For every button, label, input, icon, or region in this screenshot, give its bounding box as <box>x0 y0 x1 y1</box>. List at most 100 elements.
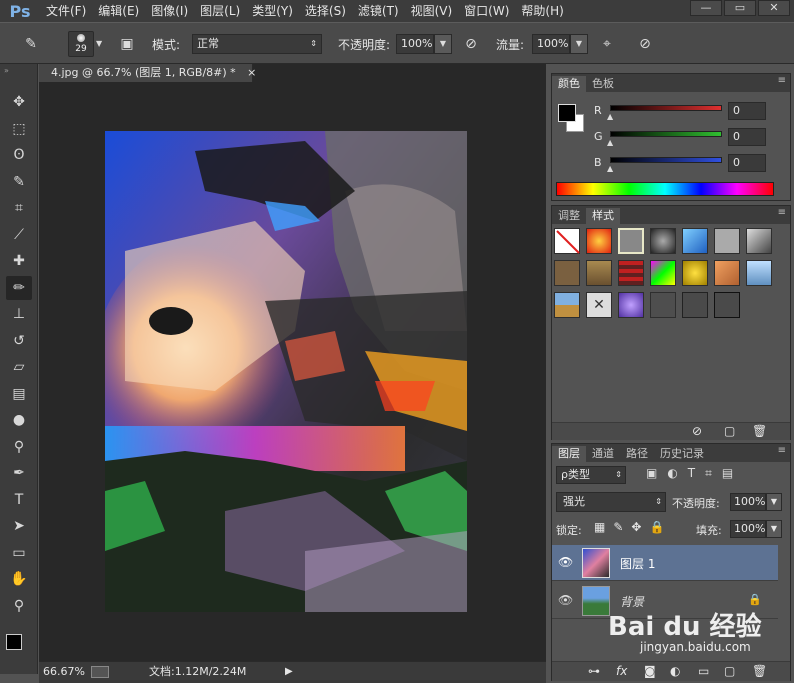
document-canvas[interactable] <box>105 131 467 612</box>
menu-item[interactable]: 窗口(W) <box>458 0 515 22</box>
slider-thumb-icon[interactable]: ▲ <box>607 164 613 173</box>
panel-menu-icon[interactable]: ≡ <box>778 75 786 86</box>
adjustment-layer-icon[interactable]: ◐ <box>670 664 680 678</box>
tab-adjustments[interactable]: 调整 <box>552 208 586 224</box>
chevron-down-icon[interactable]: ▼ <box>766 493 782 511</box>
collapse-icon[interactable]: » <box>4 66 9 75</box>
layer-opacity-field[interactable]: 100% <box>730 493 766 511</box>
layer-name[interactable]: 图层 1 <box>620 555 655 572</box>
menu-item[interactable]: 图像(I) <box>145 0 194 22</box>
pressure-size-icon[interactable]: ⊘ <box>634 33 656 55</box>
hand-tool-icon[interactable]: ✋ <box>6 567 32 591</box>
style-none[interactable] <box>554 228 580 254</box>
style-swatch[interactable] <box>746 228 772 254</box>
style-swatch[interactable] <box>554 260 580 286</box>
menu-item[interactable]: 编辑(E) <box>92 0 145 22</box>
tab-color[interactable]: 颜色 <box>552 76 586 92</box>
layer-filter-icons[interactable]: ▣◐T⌗▤ <box>646 466 786 484</box>
style-swatch[interactable] <box>714 228 740 254</box>
style-swatch[interactable] <box>650 228 676 254</box>
crop-tool-icon[interactable]: ⌗ <box>6 196 32 220</box>
menu-item[interactable]: 类型(Y) <box>246 0 299 22</box>
style-swatch[interactable] <box>682 228 708 254</box>
layer-row[interactable]: 👁 图层 1 <box>552 545 778 581</box>
style-swatch[interactable] <box>714 292 740 318</box>
style-swatch[interactable] <box>554 292 580 318</box>
add-mask-icon[interactable]: ◙ <box>644 664 656 678</box>
menu-item[interactable]: 滤镜(T) <box>352 0 405 22</box>
opacity-field[interactable]: 100% <box>396 34 434 54</box>
new-group-icon[interactable]: ▭ <box>698 664 709 678</box>
status-menu-arrow-icon[interactable]: ▶ <box>285 662 293 682</box>
dodge-tool-icon[interactable]: ⚲ <box>6 435 32 459</box>
channel-value-field[interactable]: 0 <box>728 128 766 146</box>
menu-item[interactable]: 视图(V) <box>405 0 459 22</box>
airbrush-icon[interactable]: ⌖ <box>596 33 618 55</box>
slider-thumb-icon[interactable]: ▲ <box>607 138 613 147</box>
document-tab[interactable]: 4.jpg @ 66.7% (图层 1, RGB/8#) * × <box>39 64 256 82</box>
tab-layers[interactable]: 图层 <box>552 446 586 462</box>
pen-tool-icon[interactable]: ✒ <box>6 461 32 485</box>
foreground-color-swatch[interactable] <box>6 634 22 650</box>
zoom-level[interactable]: 66.67% <box>43 662 85 682</box>
zoom-tool-icon[interactable]: ⚲ <box>6 594 32 618</box>
layer-filter-select[interactable]: ρ类型 ⇕ <box>556 466 626 484</box>
visibility-eye-icon[interactable]: 👁 <box>558 555 573 569</box>
history-brush-tool-icon[interactable]: ↺ <box>6 329 32 353</box>
blur-tool-icon[interactable]: ● <box>6 408 32 432</box>
brush-tool-icon[interactable]: ✏ <box>6 275 32 300</box>
flow-field[interactable]: 100% <box>532 34 570 54</box>
lasso-tool-icon[interactable]: ʘ <box>6 143 32 167</box>
move-tool-icon[interactable]: ✥ <box>6 90 32 114</box>
new-layer-icon[interactable]: ▢ <box>724 664 735 678</box>
brush-preset-icon[interactable]: ✎ <box>20 33 42 55</box>
shape-tool-icon[interactable]: ▭ <box>6 541 32 565</box>
style-swatch[interactable] <box>618 260 644 286</box>
tab-paths[interactable]: 路径 <box>620 446 654 462</box>
tab-swatches[interactable]: 色板 <box>586 76 620 92</box>
new-style-icon[interactable]: ▢ <box>724 424 735 438</box>
pressure-opacity-icon[interactable]: ⊘ <box>460 33 482 55</box>
close-button[interactable]: ✕ <box>758 0 790 16</box>
gradient-tool-icon[interactable]: ▤ <box>6 382 32 406</box>
style-swatch[interactable] <box>714 260 740 286</box>
tab-channels[interactable]: 通道 <box>586 446 620 462</box>
blend-mode-select[interactable]: 强光 ⇕ <box>556 492 666 512</box>
eyedropper-tool-icon[interactable]: ⟋ <box>6 223 32 247</box>
opacity-dropdown-icon[interactable]: ▼ <box>434 34 452 54</box>
delete-layer-icon[interactable]: 🗑 <box>752 664 767 678</box>
lock-icons[interactable]: ▦✎✥🔒 <box>594 520 672 534</box>
status-info-icon[interactable] <box>91 666 109 678</box>
style-swatch[interactable] <box>650 260 676 286</box>
flow-dropdown-icon[interactable]: ▼ <box>570 34 588 54</box>
visibility-eye-icon[interactable]: 👁 <box>558 593 573 607</box>
eraser-tool-icon[interactable]: ▱ <box>6 355 32 379</box>
clear-style-icon[interactable]: ⊘ <box>692 424 702 438</box>
style-swatch[interactable] <box>618 292 644 318</box>
channel-slider[interactable] <box>610 157 722 163</box>
quick-select-tool-icon[interactable]: ✎ <box>6 170 32 194</box>
marquee-tool-icon[interactable]: ⬚ <box>6 117 32 141</box>
healing-tool-icon[interactable]: ✚ <box>6 249 32 273</box>
style-swatch[interactable] <box>618 228 644 254</box>
link-layers-icon[interactable]: ⊶ <box>588 664 600 678</box>
style-swatch[interactable] <box>682 260 708 286</box>
panel-menu-icon[interactable]: ≡ <box>778 207 786 218</box>
style-swatch[interactable] <box>682 292 708 318</box>
brush-panel-toggle-icon[interactable]: ▣ <box>116 33 138 55</box>
fg-color-chip[interactable] <box>558 104 576 122</box>
tab-styles[interactable]: 样式 <box>586 208 620 224</box>
brush-size-picker[interactable]: 29 <box>68 31 94 57</box>
channel-slider[interactable] <box>610 105 722 111</box>
channel-value-field[interactable]: 0 <box>728 102 766 120</box>
style-swatch[interactable] <box>650 292 676 318</box>
slider-thumb-icon[interactable]: ▲ <box>607 112 613 121</box>
channel-slider[interactable] <box>610 131 722 137</box>
menu-item[interactable]: 文件(F) <box>40 0 92 22</box>
menu-item[interactable]: 图层(L) <box>194 0 246 22</box>
delete-style-icon[interactable]: 🗑 <box>752 424 767 438</box>
tab-history[interactable]: 历史记录 <box>654 446 710 462</box>
fill-field[interactable]: 100% <box>730 520 766 538</box>
style-swatch[interactable] <box>746 260 772 286</box>
style-swatch[interactable]: ✕ <box>586 292 612 318</box>
